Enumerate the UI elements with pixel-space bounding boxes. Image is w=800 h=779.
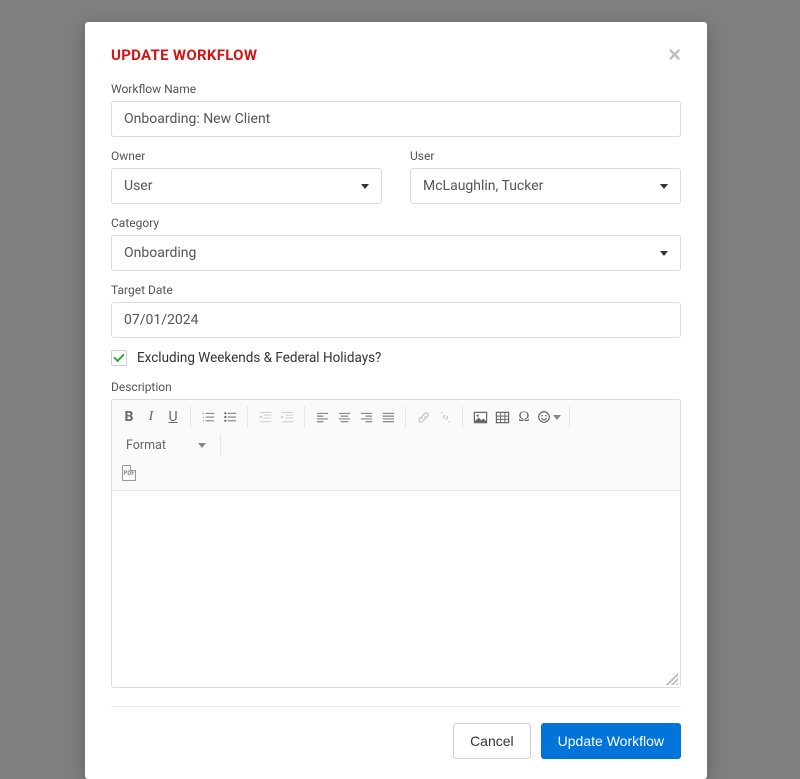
owner-label: Owner (111, 149, 382, 163)
editor-toolbar: B I U (112, 400, 680, 491)
owner-value: User (124, 178, 152, 194)
user-group: User McLaughlin, Tucker (410, 149, 681, 204)
bold-button[interactable]: B (118, 406, 140, 428)
description-group: Description B I U (111, 380, 681, 688)
caret-down-icon (198, 443, 206, 448)
category-label: Category (111, 216, 681, 230)
align-left-button[interactable] (311, 406, 333, 428)
align-right-button[interactable] (355, 406, 377, 428)
target-date-input[interactable]: 07/01/2024 (111, 302, 681, 338)
workflow-name-label: Workflow Name (111, 82, 681, 96)
workflow-name-value: Onboarding: New Client (124, 111, 270, 127)
export-pdf-button[interactable]: PDF (118, 462, 140, 484)
image-button[interactable] (469, 406, 491, 428)
modal-footer: Cancel Update Workflow (111, 723, 681, 759)
caret-down-icon (553, 415, 561, 420)
caret-down-icon (361, 184, 369, 189)
indent-button[interactable] (276, 406, 298, 428)
update-workflow-modal: UPDATE WORKFLOW × Workflow Name Onboardi… (85, 22, 707, 779)
divider (111, 706, 681, 707)
category-group: Category Onboarding (111, 216, 681, 271)
link-button[interactable] (412, 406, 434, 428)
align-center-button[interactable] (333, 406, 355, 428)
exclude-weekends-checkbox[interactable] (111, 350, 127, 366)
user-select[interactable]: McLaughlin, Tucker (410, 168, 681, 204)
caret-down-icon (660, 251, 668, 256)
table-button[interactable] (491, 406, 513, 428)
owner-select[interactable]: User (111, 168, 382, 204)
modal-title: UPDATE WORKFLOW (111, 46, 257, 64)
format-label: Format (126, 438, 166, 453)
exclude-weekends-label: Excluding Weekends & Federal Holidays? (137, 350, 381, 366)
category-value: Onboarding (124, 245, 196, 261)
special-char-button[interactable]: Ω (513, 406, 535, 428)
workflow-name-input[interactable]: Onboarding: New Client (111, 101, 681, 137)
user-label: User (410, 149, 681, 163)
unordered-list-button[interactable] (219, 406, 241, 428)
exclude-weekends-row: Excluding Weekends & Federal Holidays? (111, 350, 681, 366)
emoji-button[interactable] (535, 406, 563, 428)
format-select[interactable]: Format (118, 434, 214, 456)
category-select[interactable]: Onboarding (111, 235, 681, 271)
rich-text-editor: B I U (111, 399, 681, 688)
submit-button[interactable]: Update Workflow (541, 723, 681, 759)
underline-button[interactable]: U (162, 406, 184, 428)
caret-down-icon (660, 184, 668, 189)
resize-handle[interactable] (666, 673, 678, 685)
target-date-value: 07/01/2024 (124, 312, 199, 328)
align-justify-button[interactable] (377, 406, 399, 428)
target-date-label: Target Date (111, 283, 681, 297)
unlink-button[interactable] (434, 406, 456, 428)
ordered-list-button[interactable] (197, 406, 219, 428)
user-value: McLaughlin, Tucker (423, 178, 543, 194)
description-label: Description (111, 380, 681, 394)
close-button[interactable]: × (668, 44, 681, 66)
outdent-button[interactable] (254, 406, 276, 428)
editor-textarea[interactable] (112, 491, 680, 687)
pdf-icon: PDF (122, 465, 136, 481)
workflow-name-group: Workflow Name Onboarding: New Client (111, 82, 681, 137)
modal-header: UPDATE WORKFLOW × (111, 44, 681, 66)
target-date-group: Target Date 07/01/2024 (111, 283, 681, 338)
italic-button[interactable]: I (140, 406, 162, 428)
owner-group: Owner User (111, 149, 382, 204)
cancel-button[interactable]: Cancel (453, 723, 531, 759)
